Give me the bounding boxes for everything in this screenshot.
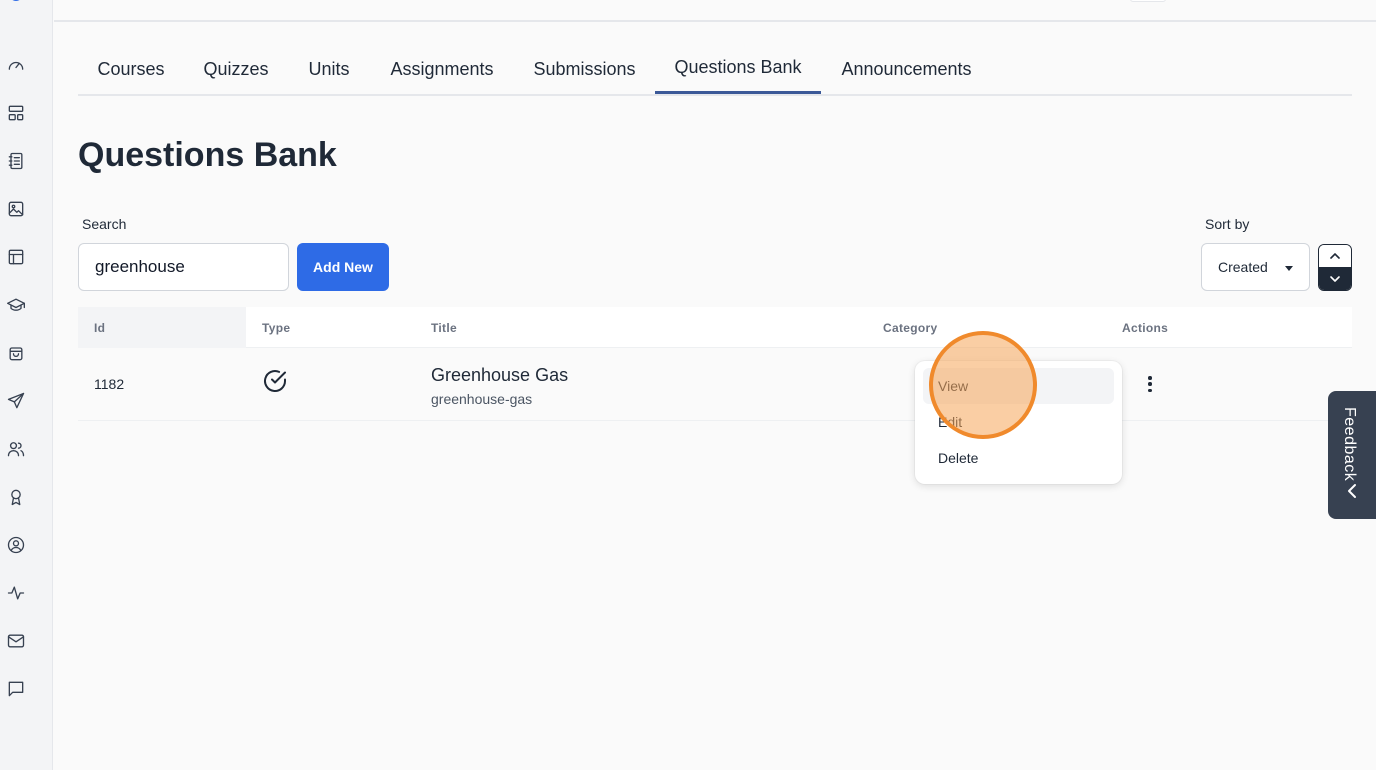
column-header-id[interactable]: Id <box>94 321 105 335</box>
feedback-label: Feedback <box>1341 407 1358 482</box>
sort-selected-value: Created <box>1218 259 1268 275</box>
tab-assignments[interactable]: Assignments <box>370 44 514 94</box>
feedback-tab[interactable]: Feedback <box>1328 391 1376 519</box>
search-input[interactable] <box>78 243 289 291</box>
sidebar <box>0 0 53 770</box>
layout-icon[interactable] <box>5 102 27 124</box>
sort-label: Sort by <box>1205 216 1250 232</box>
tab-units[interactable]: Units <box>288 44 370 94</box>
image-icon[interactable] <box>5 198 27 220</box>
row-slug: greenhouse-gas <box>431 391 533 407</box>
tab-quizzes[interactable]: Quizzes <box>184 44 288 94</box>
dashboard-icon[interactable] <box>5 54 27 76</box>
add-new-button[interactable]: Add New <box>297 243 389 291</box>
tab-bar: Courses Quizzes Units Assignments Submis… <box>78 44 1352 96</box>
chevron-up-icon <box>1330 253 1340 259</box>
award-icon[interactable] <box>5 486 27 508</box>
sort-descending-button[interactable] <box>1319 267 1351 290</box>
column-header-actions: Actions <box>1122 321 1169 335</box>
tab-announcements[interactable]: Announcements <box>821 44 992 94</box>
row-actions-menu: View Edit Delete <box>915 361 1122 484</box>
mail-icon[interactable] <box>5 630 27 652</box>
table-header: Id Type Title Category Actions <box>78 307 1352 348</box>
table-row[interactable]: 1182 Greenhouse Gas greenhouse-gas <box>78 348 1352 421</box>
shopping-bag-icon[interactable] <box>5 342 27 364</box>
top-bar-chip[interactable] <box>1130 0 1166 2</box>
sort-direction-toggle <box>1318 244 1352 291</box>
sort-select[interactable]: Created <box>1201 243 1310 291</box>
table-icon[interactable] <box>5 246 27 268</box>
chevron-left-icon <box>1348 484 1356 498</box>
message-icon[interactable] <box>5 678 27 700</box>
page-title: Questions Bank <box>78 136 337 174</box>
check-circle-icon <box>262 368 288 394</box>
column-header-title[interactable]: Title <box>431 321 457 335</box>
graduation-cap-icon[interactable] <box>5 294 27 316</box>
search-label: Search <box>82 216 127 232</box>
tab-courses[interactable]: Courses <box>78 44 184 94</box>
sort-ascending-button[interactable] <box>1319 245 1351 267</box>
caret-down-icon <box>1285 266 1293 271</box>
notebook-icon[interactable] <box>5 150 27 172</box>
row-title[interactable]: Greenhouse Gas <box>431 365 568 386</box>
row-id: 1182 <box>94 376 125 392</box>
logo-icon[interactable] <box>6 0 26 6</box>
column-header-type[interactable]: Type <box>262 321 290 335</box>
top-bar <box>54 0 1376 22</box>
chevron-down-icon <box>1330 275 1340 282</box>
tab-submissions[interactable]: Submissions <box>514 44 655 94</box>
tab-questions-bank[interactable]: Questions Bank <box>655 44 821 94</box>
menu-item-edit[interactable]: Edit <box>923 404 1114 440</box>
menu-item-delete[interactable]: Delete <box>923 440 1114 476</box>
user-circle-icon[interactable] <box>5 534 27 556</box>
send-icon[interactable] <box>5 390 27 412</box>
users-icon[interactable] <box>5 438 27 460</box>
column-header-category[interactable]: Category <box>883 321 937 335</box>
activity-icon[interactable] <box>5 582 27 604</box>
row-actions-kebab-icon[interactable] <box>1141 372 1159 396</box>
menu-item-view[interactable]: View <box>923 368 1114 404</box>
